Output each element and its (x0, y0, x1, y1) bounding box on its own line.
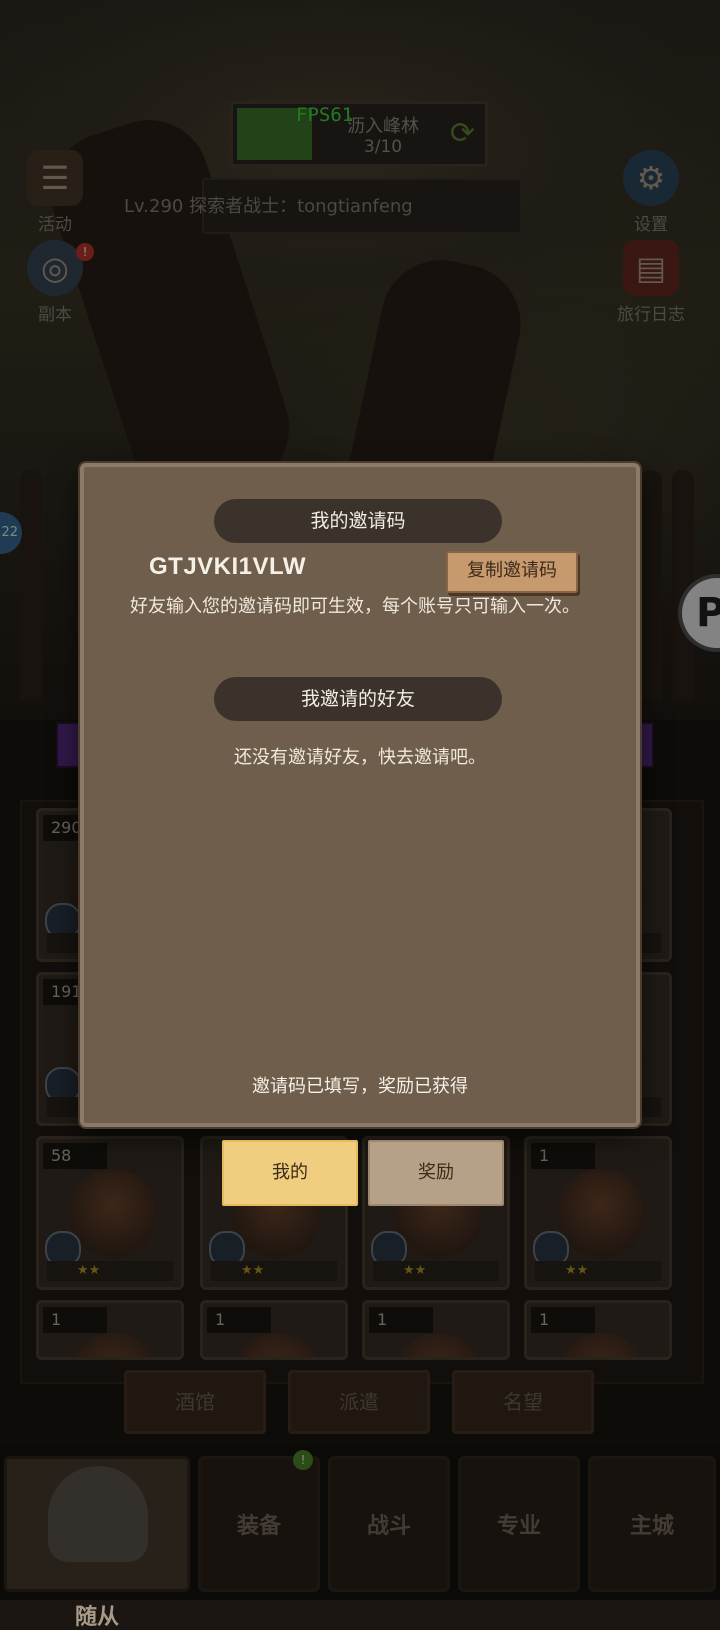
invited-friends-title: 我邀请的好友 (214, 677, 502, 721)
hero-portrait (233, 1333, 321, 1357)
invite-description: 好友输入您的邀请码即可生效，每个账号只可输入一次。 (130, 596, 580, 617)
dungeon-portal-icon: ◎ (27, 240, 83, 296)
copy-code-button[interactable]: 复制邀请码 (446, 551, 578, 593)
fps-counter: FPS61 (296, 104, 354, 126)
stage-progress-panel[interactable]: 沥入峰林 3/10 ⟳ (230, 101, 488, 167)
notification-badge: ! (76, 243, 94, 261)
dungeon-label: 副本 (38, 305, 72, 325)
hero-portrait (69, 1333, 157, 1357)
fence-post (20, 470, 42, 700)
gear-icon: ⚙ (623, 150, 679, 206)
hero-stars: ★★ (535, 1261, 661, 1281)
invite-code: GTJVKI1VLW (149, 553, 307, 580)
activity-label: 活动 (38, 215, 72, 235)
hero-level: 1 (531, 1143, 595, 1169)
hero-card[interactable]: 1 ★★ (524, 1136, 672, 1290)
empty-friends-message: 还没有邀请好友，快去邀请吧。 (234, 747, 486, 768)
hero-stars: ★★ (47, 1261, 173, 1281)
hero-card[interactable]: 1 (362, 1300, 510, 1360)
hero-level: 58 (43, 1143, 107, 1169)
refresh-icon[interactable]: ⟳ (450, 116, 475, 151)
tab-reward[interactable]: 奖励 (368, 1140, 504, 1206)
nav-equipment[interactable]: 装备 (198, 1456, 320, 1592)
hero-portrait (69, 1169, 157, 1259)
nav-followers-label: 随从 (74, 1605, 119, 1630)
nav-battle[interactable]: 战斗 (328, 1456, 450, 1592)
fence-post (672, 470, 694, 700)
equipment-badge: ! (293, 1450, 313, 1470)
hero-level: 1 (531, 1307, 595, 1333)
hero-level: 1 (43, 1307, 107, 1333)
settings-label: 设置 (634, 215, 668, 235)
travel-log-button[interactable]: ▤ 旅行日志 (606, 240, 696, 325)
dispatch-button[interactable]: 派遣 (288, 1370, 430, 1434)
hero-stars: ★★ (373, 1261, 499, 1281)
nav-profession[interactable]: 专业 (458, 1456, 580, 1592)
hero-card[interactable]: 1 (36, 1300, 184, 1360)
travel-log-label: 旅行日志 (617, 305, 685, 325)
player-info-bar: Lv.290 探索者战士：tongtianfeng (124, 178, 522, 234)
hero-card[interactable]: 1 (200, 1300, 348, 1360)
hero-portrait (557, 1333, 645, 1357)
stage-count: 3/10 (363, 137, 403, 157)
activity-scroll-icon: ☰ (27, 150, 83, 206)
hero-portrait (395, 1333, 483, 1357)
journal-book-icon: ▤ (623, 240, 679, 296)
hero-portrait (557, 1169, 645, 1259)
tavern-button[interactable]: 酒馆 (124, 1370, 266, 1434)
player-info-text: Lv.290 探索者战士：tongtianfeng (124, 196, 413, 217)
hero-card[interactable]: 58 ★★ (36, 1136, 184, 1290)
activity-button[interactable]: ☰ 活动 (10, 150, 100, 235)
reputation-button[interactable]: 名望 (452, 1370, 594, 1434)
tab-mine[interactable]: 我的 (222, 1140, 358, 1206)
hero-level: 1 (369, 1307, 433, 1333)
my-code-title: 我的邀请码 (214, 499, 502, 543)
reward-status: 邀请码已填写，奖励已获得 (252, 1076, 468, 1097)
nav-main-city[interactable]: 主城 (588, 1456, 716, 1592)
hero-level: 1 (207, 1307, 271, 1333)
helmet-icon (48, 1466, 148, 1562)
hero-card[interactable]: 1 (524, 1300, 672, 1360)
hero-stars: ★★ (211, 1261, 337, 1281)
fence-post (640, 470, 662, 700)
settings-button[interactable]: ⚙ 设置 (606, 150, 696, 235)
